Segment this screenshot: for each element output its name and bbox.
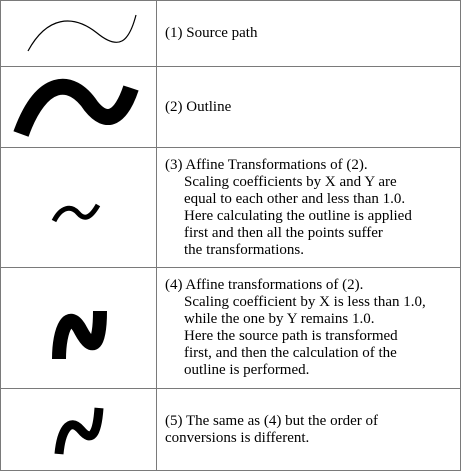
figure-cell (0, 66, 157, 148)
x-scaled-transformed-curve (54, 407, 104, 455)
outline-figure (13, 78, 139, 137)
row-detail: Scaling coefficients by X and Y are equa… (184, 173, 412, 258)
affine-x-path-figure (52, 310, 107, 359)
row-caption: (4) Affine transformations of (2). (165, 277, 364, 293)
affine-uniform-figure (51, 203, 101, 222)
source-path-curve (27, 14, 137, 51)
scaled-outline-curve (51, 203, 101, 222)
x-scaled-outline-curve (52, 310, 107, 359)
table-row: (5) The same as (4) but the order of con… (0, 388, 461, 471)
figure-cell (0, 147, 157, 268)
row-caption: (2) Outline (165, 98, 232, 115)
caption-cell: (3) Affine Transformations of (2). Scali… (156, 147, 461, 268)
row-caption: (1) Source path (165, 25, 258, 41)
comparison-table: (1) Source path (2) Outline (3) Affine T… (0, 0, 461, 471)
caption-cell: (4) Affine transformations of (2). Scali… (156, 267, 461, 389)
table-row: (4) Affine transformations of (2). Scali… (0, 267, 461, 389)
caption-cell: (1) Source path (156, 0, 461, 67)
row-caption: (3) Affine Transformations of (2). (165, 156, 368, 173)
source-path-figure (27, 14, 137, 51)
figure-cell (0, 388, 157, 471)
caption-cell: (5) The same as (4) but the order of con… (156, 388, 461, 471)
row-detail: Scaling coefficient by X is less than 1.… (184, 294, 426, 378)
caption-cell: (2) Outline (156, 66, 461, 148)
table-row: (1) Source path (0, 0, 461, 67)
table-row: (3) Affine Transformations of (2). Scali… (0, 147, 461, 268)
row-caption: (5) The same as (4) but the order of con… (165, 412, 378, 446)
outline-curve (13, 78, 139, 137)
figure-cell (0, 0, 157, 67)
figure-cell (0, 267, 157, 389)
affine-x-outline-figure (54, 407, 104, 455)
table-row: (2) Outline (0, 66, 461, 148)
